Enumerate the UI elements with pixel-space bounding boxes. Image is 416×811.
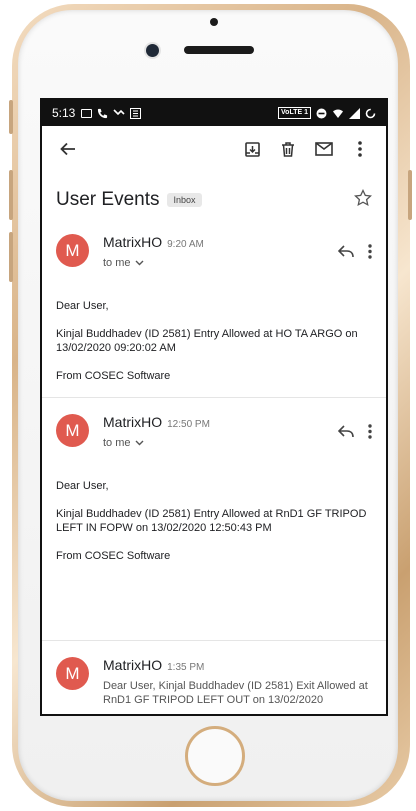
overflow-menu-button[interactable] xyxy=(342,131,378,167)
more-vert-icon xyxy=(368,244,372,259)
inbox-label-chip[interactable]: Inbox xyxy=(167,193,202,207)
subject-row: User Events Inbox xyxy=(42,172,386,218)
grid-app-icon xyxy=(130,107,142,119)
sender-name: MatrixHO xyxy=(103,414,163,430)
mute-switch xyxy=(9,100,13,134)
status-bar: 5:13 VoLTE 1 xyxy=(42,100,386,126)
avatar: M xyxy=(56,657,89,690)
earpiece-speaker xyxy=(184,46,254,54)
recipient-label: to me xyxy=(103,257,131,269)
avatar: M xyxy=(56,414,89,447)
archive-icon xyxy=(244,141,260,157)
message-body: Dear User, Kinjal Buddhadev (ID 2581) En… xyxy=(56,449,372,563)
phone-icon xyxy=(98,108,108,118)
recipient-toggle[interactable]: to me xyxy=(103,437,338,449)
message-menu-button[interactable] xyxy=(368,244,372,264)
reply-button[interactable] xyxy=(337,245,354,263)
sensor-dot xyxy=(210,18,218,26)
message-card[interactable]: M MatrixHO 12:50 PM to me Dear User, Kin… xyxy=(42,398,386,640)
volume-down-button xyxy=(9,232,13,282)
chevron-down-icon xyxy=(135,260,144,266)
mail-toolbar xyxy=(42,126,386,172)
power-button xyxy=(408,170,412,220)
message-menu-button[interactable] xyxy=(368,424,372,444)
reply-icon xyxy=(337,425,354,438)
phone-screen: 5:13 VoLTE 1 User Events Inbox M MatrixH… xyxy=(40,98,388,716)
delete-button[interactable] xyxy=(270,131,306,167)
recipient-label: to me xyxy=(103,437,131,449)
battery-icon xyxy=(365,108,376,118)
star-button[interactable] xyxy=(354,188,372,212)
wifi-icon xyxy=(333,108,343,118)
volte-indicator: VoLTE 1 xyxy=(278,107,311,119)
message-body: Dear User, Kinjal Buddhadev (ID 2581) En… xyxy=(56,269,372,383)
reply-button[interactable] xyxy=(337,425,354,443)
signature: From COSEC Software xyxy=(56,550,171,562)
message-time: 1:35 PM xyxy=(167,662,205,673)
avatar: M xyxy=(56,234,89,267)
message-preview: Dear User, Kinjal Buddhadev (ID 2581) Ex… xyxy=(103,680,368,706)
front-camera xyxy=(146,44,159,57)
message-time: 12:50 PM xyxy=(167,419,210,430)
message-text: Kinjal Buddhadev (ID 2581) Entry Allowed… xyxy=(56,508,367,534)
mail-icon xyxy=(315,142,333,156)
back-arrow-icon xyxy=(60,142,75,156)
message-card-collapsed[interactable]: M MatrixHO 1:35 PM Dear User, Kinjal Bud… xyxy=(42,641,386,707)
home-button[interactable] xyxy=(185,726,245,786)
archive-button[interactable] xyxy=(234,131,270,167)
missed-call-icon xyxy=(113,109,125,116)
gallery-icon xyxy=(81,108,93,118)
more-vert-icon xyxy=(368,424,372,439)
signature: From COSEC Software xyxy=(56,370,171,382)
sender-name: MatrixHO xyxy=(103,234,163,250)
do-not-disturb-icon xyxy=(316,108,327,118)
message-text: Kinjal Buddhadev (ID 2581) Entry Allowed… xyxy=(56,328,358,354)
back-button[interactable] xyxy=(50,131,86,167)
trash-icon xyxy=(282,141,294,157)
sender-name: MatrixHO xyxy=(103,657,163,673)
message-card[interactable]: M MatrixHO 9:20 AM to me Dear User, Kinj… xyxy=(42,218,386,383)
message-time: 9:20 AM xyxy=(167,239,204,250)
star-icon xyxy=(354,188,372,206)
signal-icon xyxy=(349,107,360,119)
status-time: 5:13 xyxy=(52,106,76,120)
chevron-down-icon xyxy=(135,440,144,446)
reply-icon xyxy=(337,245,354,258)
recipient-toggle[interactable]: to me xyxy=(103,257,338,269)
volume-up-button xyxy=(9,170,13,220)
greeting: Dear User, xyxy=(56,480,109,492)
email-subject: User Events xyxy=(56,189,160,210)
more-vert-icon xyxy=(358,141,362,157)
mark-unread-button[interactable] xyxy=(306,131,342,167)
greeting: Dear User, xyxy=(56,300,109,312)
